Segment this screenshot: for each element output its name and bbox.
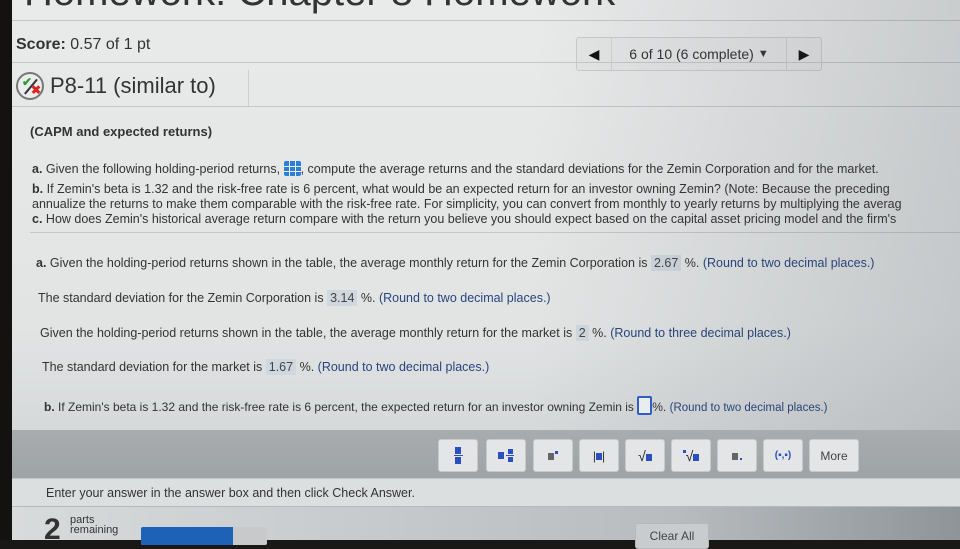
part-letter: c.: [32, 212, 43, 226]
bottom-bar: 2 parts remaining Clear All: [10, 506, 960, 549]
question-navigator: ◀ 6 of 10 (6 complete) ▼ ▶: [576, 37, 822, 71]
question-select-dropdown[interactable]: 6 of 10 (6 complete) ▼: [611, 38, 787, 70]
score-label: Score:: [16, 36, 66, 53]
question-part-a: a. Given the following holding-period re…: [32, 161, 879, 176]
unit-label: %.: [360, 291, 376, 305]
question-heading: (CAPM and expected returns): [30, 124, 213, 139]
score-value: 0.57 of 1 pt: [70, 36, 151, 53]
math-toolbar: | | √ √ (▪,▪) More: [10, 430, 960, 478]
data-table-icon[interactable]: [283, 161, 301, 176]
problem-id: P8-11 (similar to): [50, 73, 216, 98]
question-position: 6 of 10 (6 complete): [629, 46, 754, 62]
fraction-icon: [453, 447, 463, 464]
question-part-b-cont: annualize the returns to make them compa…: [32, 197, 902, 211]
ordered-pair-button[interactable]: (▪,▪): [763, 439, 803, 472]
screen-bezel: [0, 0, 12, 540]
triangle-right-icon: ▶: [798, 45, 810, 62]
clear-all-button[interactable]: Clear All: [635, 523, 709, 549]
answer-row-sd-market: The standard deviation for the market is…: [42, 359, 489, 375]
part-text: , compute the average returns and the st…: [300, 162, 879, 176]
square-root-icon: √: [638, 448, 652, 464]
ordered-pair-icon: (▪,▪): [774, 450, 792, 461]
rounding-hint: (Round to two decimal places.): [317, 360, 490, 374]
part-text: If Zemin's beta is 1.32 and the risk-fre…: [46, 182, 890, 196]
answer-prompt: If Zemin's beta is 1.32 and the risk-fre…: [58, 400, 634, 414]
answer-field-avg-market[interactable]: 2: [575, 325, 589, 341]
rounding-hint: (Round to two decimal places.): [669, 402, 828, 414]
answer-field-sd-zemin[interactable]: 3.14: [327, 290, 358, 306]
partial-credit-icon: ✔ ✖: [16, 72, 44, 100]
part-letter: b.: [44, 400, 55, 414]
unit-label: %.: [299, 360, 315, 374]
parts-remaining-label: parts remaining: [70, 515, 119, 536]
parts-progress-bar: [141, 527, 267, 545]
fraction-button[interactable]: [438, 439, 478, 472]
answer-row-expected-return: b. If Zemin's beta is 1.32 and the risk-…: [44, 396, 828, 415]
absolute-value-icon: | |: [592, 448, 606, 463]
nth-root-button[interactable]: √: [671, 439, 711, 472]
triangle-left-icon: ◀: [588, 45, 600, 62]
answer-field-expected-return[interactable]: [637, 396, 653, 415]
answer-prompt: Given the holding-period returns shown i…: [40, 326, 573, 340]
score: Score: 0.57 of 1 pt: [16, 36, 150, 54]
triangle-down-icon: ▼: [757, 48, 769, 60]
answer-row-avg-zemin: a. Given the holding-period returns show…: [36, 255, 874, 271]
instruction-text: Enter your answer in the answer box and …: [46, 486, 415, 500]
part-letter: b.: [32, 182, 44, 196]
decimal-icon: [732, 449, 742, 463]
answer-field-sd-market[interactable]: 1.67: [265, 359, 297, 375]
answer-row-sd-zemin: The standard deviation for the Zemin Cor…: [38, 290, 551, 306]
decimal-button[interactable]: [717, 439, 757, 472]
answer-field-avg-zemin[interactable]: 2.67: [650, 255, 682, 271]
absolute-value-button[interactable]: | |: [579, 439, 619, 472]
mixed-number-icon: [498, 449, 514, 462]
exponent-button[interactable]: [533, 439, 573, 472]
part-text: How does Zemin's historical average retu…: [45, 212, 897, 226]
previous-question-button[interactable]: ◀: [577, 38, 611, 70]
part-letter: a.: [32, 162, 43, 176]
unit-label: %.: [592, 326, 607, 340]
next-question-button[interactable]: ▶: [787, 38, 821, 70]
part-text: Given the following holding-period retur…: [45, 162, 281, 176]
exponent-icon: [548, 449, 558, 463]
question-part-c: c. How does Zemin's historical average r…: [32, 212, 896, 226]
instruction-bar: Enter your answer in the answer box and …: [10, 478, 960, 507]
divider: [10, 106, 960, 107]
more-button[interactable]: More: [809, 439, 859, 472]
unit-label: %.: [652, 400, 667, 414]
divider: [10, 62, 960, 63]
rounding-hint: (Round to three decimal places.): [610, 326, 791, 340]
progress-fill: [141, 527, 233, 545]
question-part-b: b. If Zemin's beta is 1.32 and the risk-…: [32, 182, 890, 196]
part-text: annualize the returns to make them compa…: [32, 197, 902, 211]
answer-prompt: Given the holding-period returns shown i…: [49, 256, 648, 270]
square-root-button[interactable]: √: [625, 439, 665, 472]
parts-remaining-count: 2: [44, 513, 61, 546]
unit-label: %.: [684, 256, 700, 270]
answer-prompt: The standard deviation for the Zemin Cor…: [38, 291, 324, 305]
rounding-hint: (Round to two decimal places.): [378, 291, 551, 305]
divider: [10, 20, 960, 21]
remaining-label: remaining: [70, 524, 119, 536]
divider: [248, 70, 249, 106]
nth-root-icon: √: [682, 448, 700, 464]
answer-prompt: The standard deviation for the market is: [42, 360, 263, 374]
problem-header: ✔ ✖ P8-11 (similar to): [16, 72, 216, 100]
mixed-number-button[interactable]: [486, 439, 526, 472]
rounding-hint: (Round to two decimal places.): [702, 256, 875, 270]
page-title: Homework: Chapter 8 Homework: [24, 0, 615, 15]
divider: [30, 232, 960, 233]
answer-row-avg-market: Given the holding-period returns shown i…: [40, 325, 791, 341]
part-letter: a.: [36, 256, 47, 270]
